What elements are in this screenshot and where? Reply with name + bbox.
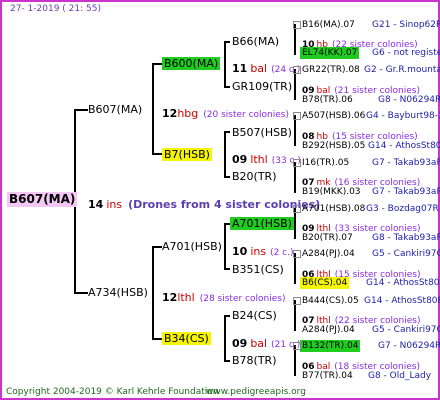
connector <box>224 223 226 270</box>
origin-gen4-4: G8 - N06294R <box>378 95 440 105</box>
origin-gen4-10: G8 - Takab93aR <box>372 233 440 243</box>
father-unit: hbg <box>177 107 199 120</box>
origin-gen4-3: G2 - Gr.R.mounta <box>364 65 440 75</box>
connector <box>224 41 230 43</box>
connector <box>224 268 230 270</box>
node-gen4-11[interactable]: A284(PJ).04 <box>302 248 355 260</box>
node-gen2-3[interactable]: A701(HSB) <box>162 240 222 253</box>
swatch-marker <box>293 66 301 74</box>
connector <box>224 131 226 178</box>
connector <box>152 63 154 155</box>
origin-gen4-15: G7 - N06294R <box>378 341 440 351</box>
node-gen4-12[interactable]: B6(CS).04 <box>300 277 350 289</box>
footer-website[interactable]: www.pedigreeapis.org <box>206 387 306 397</box>
pedigree-chart: 27- 1-2019 ( 21: 55) Copyright 2004-2019… <box>0 0 440 400</box>
origin-gen4-8: G7 - Takab93aR <box>372 187 440 197</box>
node-gen4-5[interactable]: A507(HSB).06 <box>302 110 365 122</box>
connector <box>152 63 162 65</box>
origin-gen4-5: G4 - Bayburt98-3 <box>366 111 440 121</box>
connector <box>224 131 230 133</box>
node-gen3-1[interactable]: B66(MA) <box>232 35 279 48</box>
node-root[interactable]: B607(MA) <box>7 192 78 207</box>
node-gen3-5[interactable]: A701(HSB) <box>230 217 294 230</box>
connector <box>152 338 162 340</box>
mother-note: (28 sister colonies) <box>199 294 286 304</box>
node-gen3-6[interactable]: B351(CS) <box>232 263 284 276</box>
origin-gen4-11: G5 - Cankiri97Q <box>372 249 440 259</box>
connector <box>224 315 230 317</box>
origin-gen4-12: G14 - AthosSt80R <box>366 278 440 288</box>
gen2-2-unit: lthl <box>250 153 268 166</box>
node-mother[interactable]: A734(HSB) <box>88 286 148 299</box>
swatch-marker <box>293 112 301 120</box>
gen2-4-unit: bal <box>250 337 268 350</box>
connector <box>152 246 162 248</box>
swatch-marker <box>293 342 301 350</box>
connector <box>224 41 226 88</box>
node-gen3-4[interactable]: B20(TR) <box>232 170 277 183</box>
swatch-marker <box>293 159 301 167</box>
swatch-marker <box>293 21 301 29</box>
header-timestamp: 27- 1-2019 ( 21: 55) <box>10 4 101 14</box>
root-note: (Drones from 4 sister colonies) <box>128 198 321 211</box>
origin-gen4-9: G3 - Bozdag07R <box>366 204 439 214</box>
node-gen4-14[interactable]: A284(PJ).04 <box>302 324 355 336</box>
node-gen4-8[interactable]: B19(MKK).03 <box>302 186 361 198</box>
connector <box>224 360 230 362</box>
node-gen3-7[interactable]: B24(CS) <box>232 309 277 322</box>
gen2-2-value: 09 <box>232 153 248 166</box>
gen2-1-value: 11 <box>232 62 248 75</box>
connector <box>224 176 230 178</box>
connector <box>224 315 226 362</box>
connector <box>74 292 88 294</box>
connector <box>152 246 154 340</box>
node-gen4-9[interactable]: A701(HSB).08 <box>302 203 365 215</box>
connector <box>152 153 162 155</box>
origin-gen4-13: G14 - AthosSt80R <box>364 296 440 306</box>
origin-gen4-7: G7 - Takab93aR <box>372 158 440 168</box>
node-gen4-6[interactable]: B292(HSB).05 <box>302 140 365 152</box>
connector <box>224 86 230 88</box>
node-gen4-1[interactable]: B16(MA).07 <box>302 19 355 31</box>
mother-value: 12 <box>162 291 178 304</box>
swatch-marker <box>293 297 301 305</box>
root-inbreeding-value: 14 <box>88 198 104 211</box>
origin-gen4-14: G5 - Cankiri97Q <box>372 325 440 335</box>
origin-gen4-6: G14 - AthosSt80R <box>368 141 440 151</box>
node-gen3-3[interactable]: B507(HSB) <box>232 126 292 139</box>
node-gen4-10[interactable]: B20(TR).07 <box>302 232 353 244</box>
gen2-3-unit: ins <box>250 245 267 258</box>
node-gen4-16[interactable]: B77(TR).04 <box>302 370 353 382</box>
father-note: (20 sister colonies) <box>203 110 289 120</box>
origin-gen4-2: G6 - not registe <box>372 48 440 58</box>
node-father[interactable]: B607(MA) <box>88 103 142 116</box>
node-gen3-2[interactable]: GR109(TR) <box>232 80 292 93</box>
node-gen2-2[interactable]: B7(HSB) <box>162 148 212 161</box>
gen2-1-unit: bal <box>250 62 268 75</box>
swatch-marker <box>293 205 301 213</box>
mother-unit: lthl <box>177 291 195 304</box>
node-gen4-2[interactable]: EL74(KK).07 <box>300 47 360 59</box>
origin-gen4-16: G8 - Old_Lady <box>368 371 432 381</box>
node-gen4-4[interactable]: B78(TR).06 <box>302 94 353 106</box>
connector <box>74 109 88 111</box>
footer-copyright: Copyright 2004-2019 © Karl Kehrle Founda… <box>6 387 219 397</box>
father-value: 12 <box>162 107 178 120</box>
node-gen2-4[interactable]: B34(CS) <box>162 332 211 345</box>
node-gen4-15[interactable]: B132(TR).04 <box>300 340 361 352</box>
gen2-3-note: (2 c.) <box>270 248 294 258</box>
node-gen4-13[interactable]: B444(CS).05 <box>302 295 359 307</box>
node-gen2-1[interactable]: B600(MA) <box>162 57 221 70</box>
root-inbreeding-unit: ins <box>106 198 123 211</box>
node-gen4-3[interactable]: GR22(TR).08 <box>302 64 360 76</box>
swatch-marker <box>293 250 301 258</box>
node-gen4-7[interactable]: I16(TR).05 <box>302 157 349 169</box>
origin-gen4-1: G21 - Sinop62R <box>372 20 440 30</box>
node-gen3-8[interactable]: B78(TR) <box>232 354 277 367</box>
gen2-3-value: 10 <box>232 245 248 258</box>
gen2-4-value: 09 <box>232 337 248 350</box>
